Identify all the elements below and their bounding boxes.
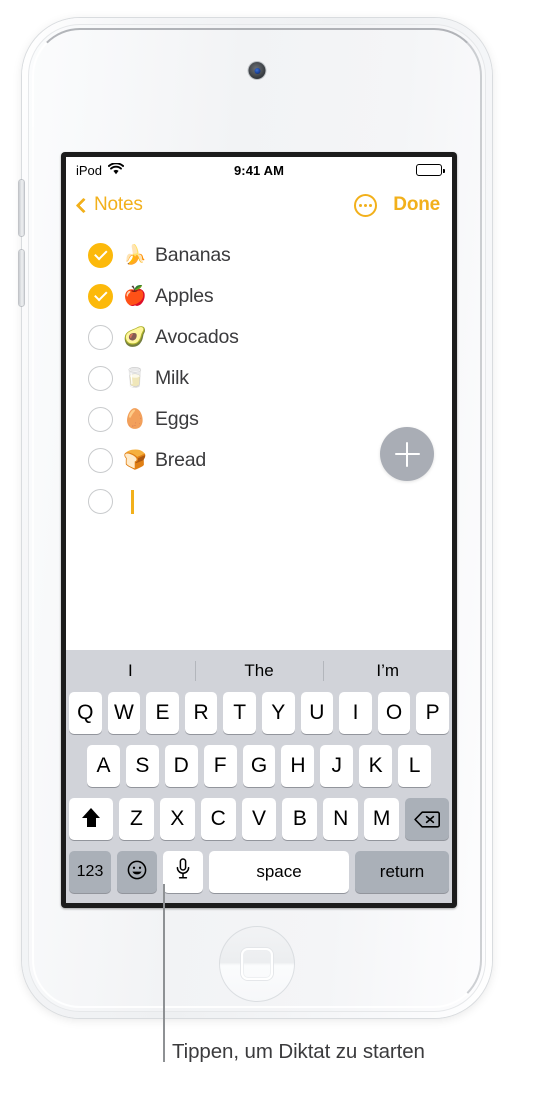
done-button[interactable]: Done bbox=[393, 194, 440, 216]
status-bar-left: iPod bbox=[76, 161, 125, 178]
key-y[interactable]: Y bbox=[262, 692, 295, 734]
key-t[interactable]: T bbox=[223, 692, 256, 734]
key-w[interactable]: W bbox=[107, 692, 141, 734]
return-key[interactable]: return bbox=[355, 851, 449, 893]
keyboard-row-2: A S D F G H J K L bbox=[66, 745, 452, 787]
key-o[interactable]: O bbox=[377, 692, 411, 734]
key-n[interactable]: N bbox=[323, 798, 359, 840]
key-k[interactable]: K bbox=[359, 745, 393, 787]
checklist-item-label: Bread bbox=[155, 449, 207, 471]
display-frame: iPod 9:41 AM Notes Done 🍌 Bananas 🍎 Appl… bbox=[61, 152, 457, 908]
key-s[interactable]: S bbox=[125, 745, 159, 787]
key-f[interactable]: F bbox=[203, 745, 237, 787]
emoji-key[interactable] bbox=[117, 851, 157, 893]
battery-full-icon bbox=[416, 164, 445, 176]
key-u[interactable]: U bbox=[300, 692, 334, 734]
prediction-2[interactable]: The bbox=[195, 661, 324, 681]
keyboard-row-4: 123 space return bbox=[66, 851, 452, 893]
checklist-item[interactable]: 🥑 Avocados bbox=[66, 317, 452, 358]
home-button[interactable] bbox=[219, 926, 295, 1002]
checkbox-unchecked[interactable] bbox=[88, 325, 113, 350]
prediction-3[interactable]: I’m bbox=[323, 661, 452, 681]
key-z[interactable]: Z bbox=[119, 798, 154, 840]
checklist-item[interactable]: 🍌 Bananas bbox=[66, 235, 452, 276]
carrier-label: iPod bbox=[76, 162, 103, 178]
add-item-button[interactable] bbox=[380, 427, 434, 481]
key-r[interactable]: R bbox=[184, 692, 218, 734]
bread-icon: 🍞 bbox=[123, 449, 147, 471]
space-key[interactable]: space bbox=[209, 851, 349, 893]
checkbox-unchecked[interactable] bbox=[88, 366, 113, 391]
checkbox-checked[interactable] bbox=[88, 284, 113, 309]
key-q[interactable]: Q bbox=[69, 692, 102, 734]
status-bar: iPod 9:41 AM bbox=[66, 157, 452, 183]
navigation-bar-right: Done bbox=[354, 193, 440, 217]
key-d[interactable]: D bbox=[164, 745, 198, 787]
prediction-1[interactable]: I bbox=[66, 661, 195, 681]
key-b[interactable]: B bbox=[282, 798, 318, 840]
apple-icon: 🍎 bbox=[123, 285, 147, 307]
key-g[interactable]: G bbox=[242, 745, 276, 787]
keyboard-row-1: Q W E R T Y U I O P bbox=[66, 692, 452, 734]
checklist-item-label: Milk bbox=[155, 367, 189, 389]
key-x[interactable]: X bbox=[159, 798, 195, 840]
back-to-notes-button[interactable]: Notes bbox=[75, 194, 143, 216]
checkbox-checked[interactable] bbox=[88, 243, 113, 268]
checklist-item-label: Apples bbox=[155, 285, 214, 307]
ipod-touch-device: iPod 9:41 AM Notes Done 🍌 Bananas 🍎 Appl… bbox=[19, 18, 492, 1018]
text-cursor bbox=[131, 489, 134, 514]
chevron-left-icon bbox=[75, 197, 92, 213]
checklist-item[interactable]: 🥛 Milk bbox=[66, 358, 452, 399]
checklist-item-label: Bananas bbox=[155, 244, 231, 266]
key-m[interactable]: M bbox=[364, 798, 400, 840]
delete-key[interactable] bbox=[405, 798, 450, 840]
front-camera-icon bbox=[248, 62, 266, 79]
keyboard-row-3: Z X C V B N M bbox=[66, 798, 452, 840]
wifi-icon bbox=[107, 161, 125, 178]
status-bar-right bbox=[416, 164, 445, 176]
volume-up-button[interactable] bbox=[19, 180, 24, 236]
numbers-key[interactable]: 123 bbox=[69, 851, 111, 893]
screen: iPod 9:41 AM Notes Done 🍌 Bananas 🍎 Appl… bbox=[66, 157, 452, 903]
avocado-icon: 🥑 bbox=[123, 326, 147, 348]
key-a[interactable]: A bbox=[87, 745, 120, 787]
microphone-icon bbox=[175, 858, 191, 886]
key-h[interactable]: H bbox=[281, 745, 315, 787]
key-e[interactable]: E bbox=[146, 692, 179, 734]
back-button-label: Notes bbox=[94, 194, 143, 215]
checklist-item[interactable]: 🍎 Apples bbox=[66, 276, 452, 317]
predictive-text-bar: I The I’m bbox=[66, 650, 452, 692]
smiley-face-icon bbox=[127, 860, 147, 885]
checkbox-unchecked[interactable] bbox=[88, 489, 113, 514]
shift-key[interactable] bbox=[69, 798, 113, 840]
checkbox-unchecked[interactable] bbox=[88, 448, 113, 473]
key-c[interactable]: C bbox=[200, 798, 236, 840]
banana-icon: 🍌 bbox=[123, 244, 147, 266]
key-j[interactable]: J bbox=[320, 745, 354, 787]
key-v[interactable]: V bbox=[241, 798, 277, 840]
software-keyboard: I The I’m Q W E R T Y U I O P A S D F G … bbox=[66, 650, 452, 903]
checkbox-unchecked[interactable] bbox=[88, 407, 113, 432]
milk-glass-icon: 🥛 bbox=[123, 367, 147, 389]
key-l[interactable]: L bbox=[398, 745, 432, 787]
key-p[interactable]: P bbox=[416, 692, 449, 734]
screenshot-root: iPod 9:41 AM Notes Done 🍌 Bananas 🍎 Appl… bbox=[0, 0, 551, 1093]
key-i[interactable]: I bbox=[339, 692, 372, 734]
navigation-bar: Notes Done bbox=[66, 183, 452, 227]
callout-leader-line bbox=[163, 884, 165, 1062]
dictation-microphone-key[interactable] bbox=[163, 851, 203, 893]
ellipsis-circle-icon[interactable] bbox=[354, 193, 378, 217]
callout-caption: Tippen, um Diktat zu starten bbox=[172, 1040, 425, 1063]
egg-icon: 🥚 bbox=[123, 408, 147, 430]
checklist-item-label: Eggs bbox=[155, 408, 199, 430]
delete-backward-icon bbox=[414, 810, 441, 828]
checklist-item-empty[interactable] bbox=[66, 481, 452, 522]
note-checklist: 🍌 Bananas 🍎 Apples 🥑 Avocados 🥛 Milk 🥚 E… bbox=[66, 227, 452, 527]
volume-down-button[interactable] bbox=[19, 250, 24, 306]
checklist-item-label: Avocados bbox=[155, 326, 239, 348]
